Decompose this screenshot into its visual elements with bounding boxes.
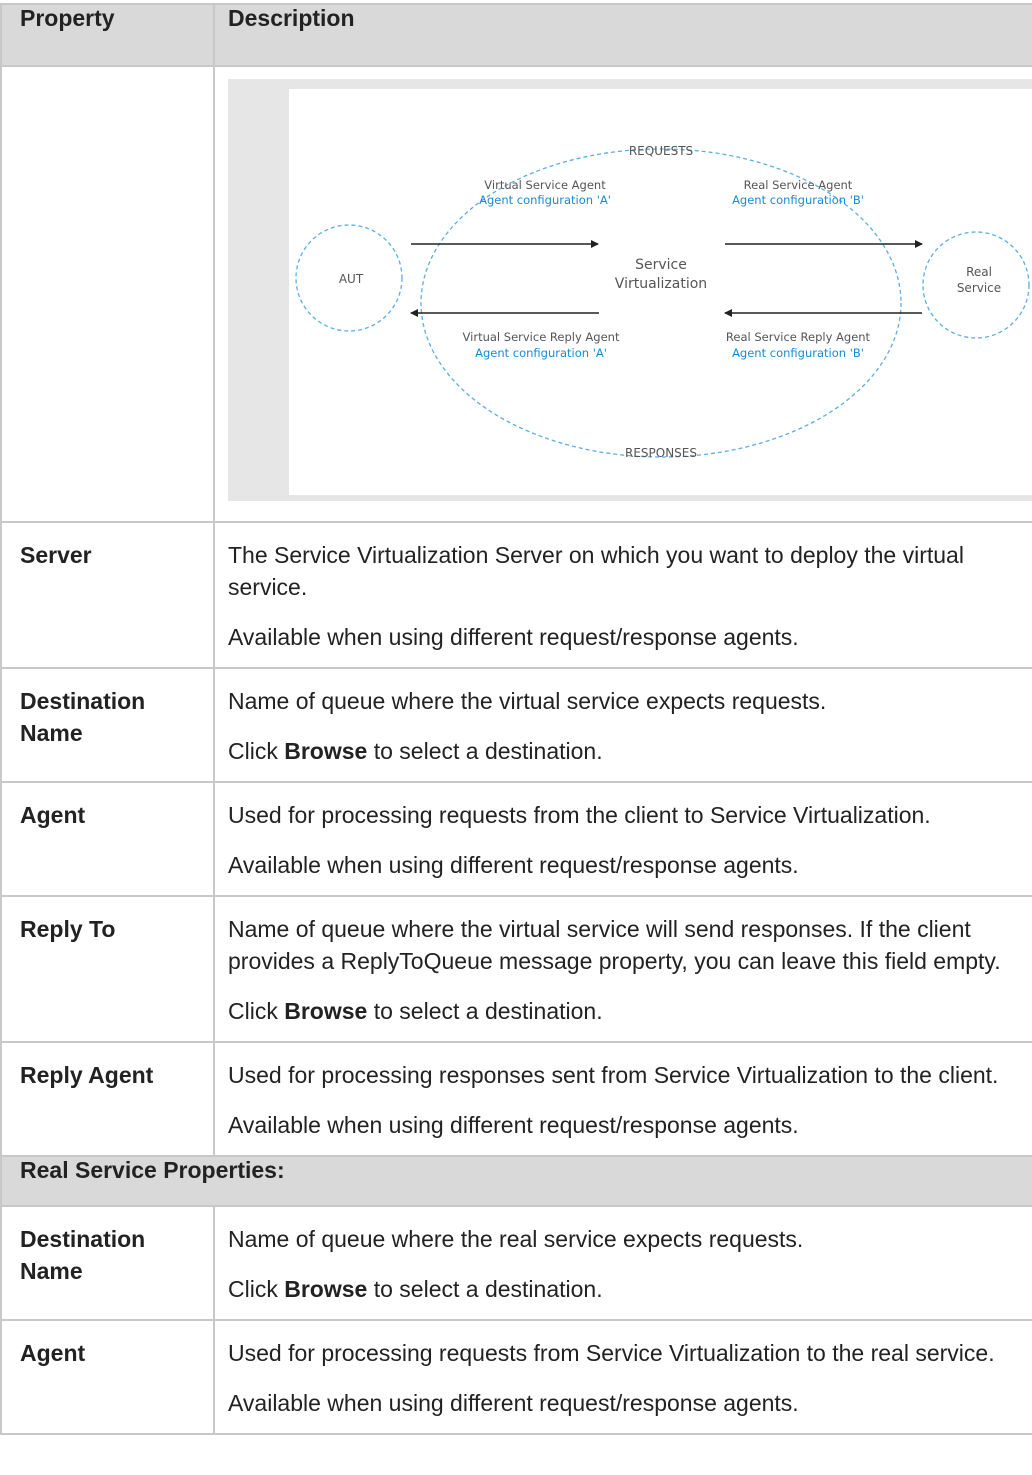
browse-instruction: Click Browse to select a destination.	[228, 1273, 1023, 1305]
table-row: Reply Agent Used for processing response…	[0, 1041, 1032, 1157]
table-header-row: Property Description	[0, 3, 1032, 67]
property-name: Server	[0, 521, 215, 669]
rs-agent-config: Agent configuration 'B'	[732, 193, 864, 207]
diagram-cell: REQUESTS RESPONSES Virtual Service Agent…	[213, 65, 1032, 523]
rs-reply-agent-label: Real Service Reply Agent	[726, 330, 871, 344]
browse-prefix: Click	[228, 1276, 278, 1302]
property-description: Used for processing requests from Servic…	[213, 1319, 1032, 1435]
browse-prefix: Click	[228, 738, 278, 764]
table-row: Agent Used for processing requests from …	[0, 781, 1032, 897]
property-name: Reply To	[0, 895, 215, 1043]
description-text: Available when using different request/r…	[228, 1390, 799, 1416]
description-text: Name of queue where the virtual service …	[228, 688, 827, 714]
section-heading: Real Service Properties:	[0, 1155, 1032, 1207]
description-text: Available when using different request/r…	[228, 852, 799, 878]
description-text: Used for processing responses sent from …	[228, 1062, 999, 1088]
responses-label: RESPONSES	[625, 446, 697, 460]
diagram-canvas: REQUESTS RESPONSES Virtual Service Agent…	[289, 89, 1032, 495]
browse-prefix: Click	[228, 998, 278, 1024]
table-row: Agent Used for processing requests from …	[0, 1319, 1032, 1435]
property-description: The Service Virtualization Server on whi…	[213, 521, 1032, 669]
description-text: Available when using different request/r…	[228, 624, 799, 650]
table-row: Destination Name Name of queue where the…	[0, 1205, 1032, 1321]
vs-reply-agent-label: Virtual Service Reply Agent	[463, 330, 620, 344]
description-text: Used for processing requests from Servic…	[228, 1340, 995, 1366]
real-service-label-line1: Real	[966, 265, 992, 279]
browse-keyword: Browse	[284, 1276, 368, 1302]
properties-table: Property Description REQUESTS RESPONSES …	[0, 3, 1032, 1435]
diagram-property-cell	[0, 65, 215, 523]
browse-suffix: to select a destination.	[373, 998, 603, 1024]
description-text: The Service Virtualization Server on whi…	[228, 542, 964, 600]
section-row: Real Service Properties:	[0, 1155, 1032, 1207]
description-text: Used for processing requests from the cl…	[228, 802, 931, 828]
requests-label: REQUESTS	[629, 144, 693, 158]
sv-label-line1: Service	[635, 257, 687, 273]
rs-reply-agent-config: Agent configuration 'B'	[732, 346, 864, 360]
description-text: Name of queue where the virtual service …	[228, 916, 1001, 974]
property-description: Name of queue where the virtual service …	[213, 895, 1032, 1043]
property-name: Agent	[0, 781, 215, 897]
property-name: Agent	[0, 1319, 215, 1435]
description-text: Available when using different request/r…	[228, 1112, 799, 1138]
diagram-frame: REQUESTS RESPONSES Virtual Service Agent…	[228, 79, 1032, 501]
table-row: Server The Service Virtualization Server…	[0, 521, 1032, 669]
property-name: Destination Name	[0, 667, 215, 783]
property-name: Reply Agent	[0, 1041, 215, 1157]
description-text: Name of queue where the real service exp…	[228, 1226, 804, 1252]
browse-keyword: Browse	[284, 738, 368, 764]
header-property: Property	[0, 3, 215, 67]
property-description: Name of queue where the virtual service …	[213, 667, 1032, 783]
rs-agent-label: Real Service Agent	[744, 178, 853, 192]
browse-suffix: to select a destination.	[373, 1276, 603, 1302]
header-description: Description	[213, 3, 1032, 67]
vs-agent-label: Virtual Service Agent	[484, 178, 606, 192]
aut-label: AUT	[339, 272, 364, 286]
vs-reply-agent-config: Agent configuration 'A'	[475, 346, 607, 360]
vs-agent-config: Agent configuration 'A'	[479, 193, 611, 207]
real-service-label-line2: Service	[957, 281, 1001, 295]
table-row: Reply To Name of queue where the virtual…	[0, 895, 1032, 1043]
table-row: Destination Name Name of queue where the…	[0, 667, 1032, 783]
service-virtualization-diagram: REQUESTS RESPONSES Virtual Service Agent…	[295, 144, 1030, 460]
property-description: Used for processing responses sent from …	[213, 1041, 1032, 1157]
sv-label-line2: Virtualization	[615, 276, 707, 292]
property-description: Used for processing requests from the cl…	[213, 781, 1032, 897]
browse-keyword: Browse	[284, 998, 368, 1024]
browse-instruction: Click Browse to select a destination.	[228, 735, 1023, 767]
property-name: Destination Name	[0, 1205, 215, 1321]
diagram-row: REQUESTS RESPONSES Virtual Service Agent…	[0, 65, 1032, 523]
property-description: Name of queue where the real service exp…	[213, 1205, 1032, 1321]
browse-suffix: to select a destination.	[373, 738, 603, 764]
browse-instruction: Click Browse to select a destination.	[228, 995, 1023, 1027]
